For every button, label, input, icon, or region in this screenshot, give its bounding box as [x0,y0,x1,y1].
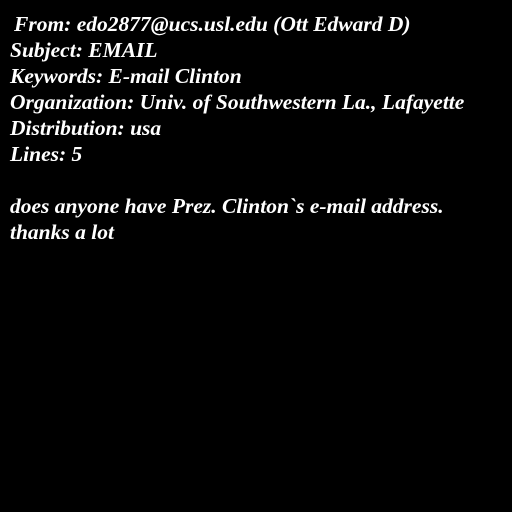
header-lines: Lines: 5 [10,142,83,166]
body-line-1: does anyone have Prez. Clinton`s e-mail … [10,194,444,218]
header-keywords: Keywords: E-mail Clinton [10,64,242,88]
body-line-2: thanks a lot [10,220,114,244]
header-from: From: edo2877@ucs.usl.edu (Ott Edward D) [14,12,411,36]
header-distribution: Distribution: usa [10,116,162,140]
header-organization: Organization: Univ. of Southwestern La.,… [10,90,465,114]
header-subject: Subject: EMAIL [10,38,158,62]
email-message-page: From: edo2877@ucs.usl.edu (Ott Edward D)… [0,0,512,512]
